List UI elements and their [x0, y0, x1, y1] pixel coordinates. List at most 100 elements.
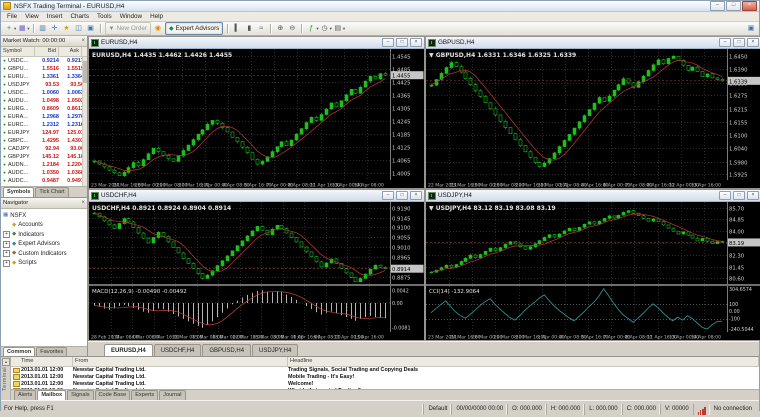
line-chart-icon[interactable]: ≈: [256, 23, 267, 34]
zoom-in-icon[interactable]: ⊕: [275, 23, 286, 34]
close-icon[interactable]: ×: [81, 38, 85, 44]
minimize-button[interactable]: –: [382, 191, 394, 200]
close-button[interactable]: ×: [410, 38, 422, 47]
market-watch-row[interactable]: ●GBPJPY145.12145.18: [1, 153, 87, 161]
market-watch-row[interactable]: ●AUDN...1.21841.2204: [1, 161, 87, 169]
navigator-item-expert-advisors[interactable]: +◆Expert Advisors: [3, 240, 87, 250]
terminal-tab-mailbox[interactable]: Mailbox: [37, 390, 66, 400]
minimize-button[interactable]: –: [719, 191, 731, 200]
market-watch-row[interactable]: ●USDC...1.00601.0063: [1, 89, 87, 97]
market-watch-icon[interactable]: ▥: [37, 23, 48, 34]
menu-file[interactable]: File: [3, 13, 21, 20]
market-watch-row[interactable]: ●EURA...1.29681.2970: [1, 113, 87, 121]
terminal-tab-journal[interactable]: Journal: [159, 390, 185, 400]
market-watch-scrollbar[interactable]: [82, 57, 87, 186]
column-header-time[interactable]: Time: [11, 357, 73, 366]
chart-canvas-usdchf[interactable]: 0.91900.91450.91000.90550.90100.89650.89…: [89, 202, 424, 340]
metaeditor-icon[interactable]: ◉: [152, 23, 163, 34]
market-watch-row[interactable]: ●USDJPY93.5393.56: [1, 81, 87, 89]
community-icon[interactable]: ▣: [746, 23, 757, 34]
navigator-item-accounts[interactable]: ◆Accounts: [3, 221, 87, 231]
column-header-from[interactable]: From: [73, 357, 288, 366]
chart-window-titlebar[interactable]: USDCHF,H4–□×: [89, 190, 424, 202]
navigator-item-scripts[interactable]: +◆Scripts: [3, 259, 87, 269]
restore-button[interactable]: □: [396, 191, 408, 200]
new-order-button[interactable]: ▼New Order: [105, 22, 151, 35]
menu-charts[interactable]: Charts: [66, 13, 93, 20]
terminal-tab-experts[interactable]: Experts: [131, 390, 158, 400]
strategy-tester-icon[interactable]: ▣: [85, 23, 96, 34]
new-chart-icon[interactable]: +: [4, 23, 15, 34]
bar-chart-icon[interactable]: ▍: [232, 23, 243, 34]
chart-canvas-usdjpy[interactable]: 85.7084.8584.0083.1582.3081.4580.6083.19…: [426, 202, 760, 340]
market-watch-row[interactable]: ●USDC...0.92140.9217: [1, 57, 87, 65]
market-watch-row[interactable]: ●EURU...1.33611.3364: [1, 73, 87, 81]
restore-button[interactable]: □: [396, 38, 408, 47]
chart-canvas-eurusd[interactable]: 1.45451.44851.44251.43651.43051.42451.41…: [89, 49, 424, 188]
menu-insert[interactable]: Insert: [43, 13, 67, 20]
expert-advisors-button[interactable]: ◆Expert Advisors: [165, 22, 223, 35]
minimize-button[interactable]: –: [710, 1, 725, 11]
column-header-ask[interactable]: Ask: [59, 47, 82, 56]
terminal-tab-code-base[interactable]: Code Base: [95, 390, 131, 400]
expand-icon[interactable]: +: [3, 260, 10, 267]
expand-icon[interactable]: +: [3, 250, 10, 257]
close-icon[interactable]: ×: [81, 200, 85, 206]
templates-icon[interactable]: ▤: [332, 23, 343, 34]
market-watch-row[interactable]: ●AUDC...1.03501.0368: [1, 169, 87, 177]
close-button[interactable]: ×: [410, 191, 422, 200]
navigator-item-indicators[interactable]: +◆Indicators: [3, 230, 87, 240]
column-header-headline[interactable]: Headline: [288, 357, 759, 366]
market-watch-row[interactable]: ●EURJPY124.97125.01: [1, 129, 87, 137]
chart-window-titlebar[interactable]: GBPUSD,H4–□×: [426, 37, 760, 49]
mailbox-row[interactable]: 2013.01.01 12:00Newstar Capital Trading …: [11, 374, 759, 381]
terminal-tab-signals[interactable]: Signals: [67, 390, 93, 400]
column-header-symbol[interactable]: Symbol: [1, 47, 35, 56]
close-button[interactable]: ×: [742, 1, 757, 11]
mailbox-row[interactable]: 2013.01.01 12:00Newstar Capital Trading …: [11, 367, 759, 374]
market-watch-row[interactable]: ●EURC...1.23121.2316: [1, 121, 87, 129]
candlestick-chart-icon[interactable]: ▮: [244, 23, 255, 34]
minimize-button[interactable]: –: [719, 38, 731, 47]
mailbox-row[interactable]: 2013.01.01 12:00Newstar Capital Trading …: [11, 381, 759, 388]
navigator-root[interactable]: ▦NSFX: [3, 211, 87, 221]
restore-button[interactable]: □: [733, 191, 745, 200]
close-button[interactable]: ×: [747, 38, 759, 47]
zoom-out-icon[interactable]: ⊖: [287, 23, 298, 34]
data-window-icon[interactable]: ✛: [49, 23, 60, 34]
profiles-dropdown-icon[interactable]: ▾: [27, 26, 29, 32]
restore-button[interactable]: □: [733, 38, 745, 47]
close-button[interactable]: ×: [747, 191, 759, 200]
chart-canvas-gbpusd[interactable]: 1.64501.63901.63301.62751.62151.61551.61…: [426, 49, 760, 188]
status-profile[interactable]: Default: [423, 404, 451, 415]
market-watch-row[interactable]: ●CADJPY92.9493.00: [1, 145, 87, 153]
menu-view[interactable]: View: [21, 13, 43, 20]
market-watch-row[interactable]: ●AUDU...1.04981.0502: [1, 97, 87, 105]
profiles-icon[interactable]: ▦: [17, 23, 28, 34]
terminal-scroll-up-icon[interactable]: ▴: [2, 358, 10, 366]
tab-symbols[interactable]: Symbols: [3, 187, 34, 197]
maximize-button[interactable]: □: [726, 1, 741, 11]
market-watch-row[interactable]: ●EURG...0.86090.8613: [1, 105, 87, 113]
market-watch-row[interactable]: ●GBPU...1.55161.5519: [1, 65, 87, 73]
column-header-bid[interactable]: Bid: [35, 47, 59, 56]
minimize-button[interactable]: –: [382, 38, 394, 47]
periods-icon[interactable]: ◷: [319, 23, 330, 34]
scrollbar-thumb[interactable]: [83, 61, 87, 83]
chart-window-titlebar[interactable]: EURUSD,H4–□×: [89, 37, 424, 49]
menu-window[interactable]: Window: [116, 13, 146, 20]
indicators-icon[interactable]: ƒ: [306, 23, 317, 34]
navigator-item-custom-indicators[interactable]: +◆Custom Indicators: [3, 249, 87, 259]
navigator-icon[interactable]: ★: [61, 23, 72, 34]
terminal-icon[interactable]: ◫: [73, 23, 84, 34]
expand-icon[interactable]: +: [3, 231, 10, 238]
market-watch-row[interactable]: ●AUDC...0.94870.9497: [1, 177, 87, 185]
market-watch-row[interactable]: ●GBPC...1.42951.4303: [1, 137, 87, 145]
menu-help[interactable]: Help: [146, 13, 167, 20]
menu-tools[interactable]: Tools: [93, 13, 116, 20]
terminal-tab-alerts[interactable]: Alerts: [14, 390, 36, 400]
tab-tick-chart[interactable]: Tick Chart: [35, 187, 68, 197]
templates-dropdown-icon[interactable]: ▾: [343, 26, 345, 32]
expand-icon[interactable]: +: [3, 241, 10, 248]
chart-window-titlebar[interactable]: USDJPY,H4–□×: [426, 190, 760, 202]
